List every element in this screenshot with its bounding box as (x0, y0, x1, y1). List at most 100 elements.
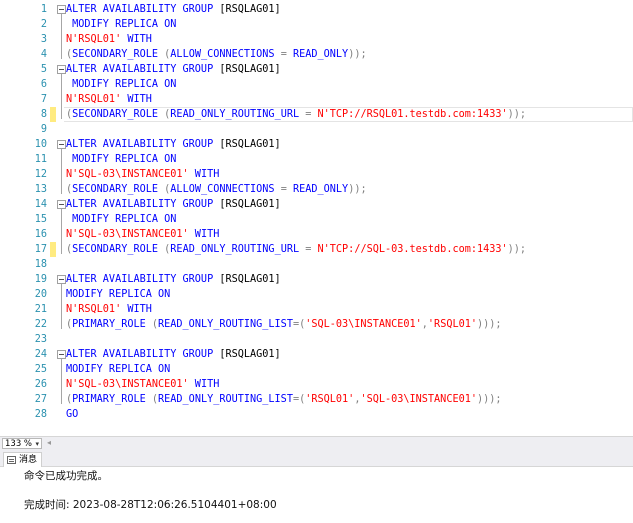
code-line[interactable]: 16 N'SQL-03\INSTANCE01' WITH (0, 227, 633, 242)
code-token: =( (292, 319, 306, 330)
code-token: WITH (121, 304, 152, 315)
fold-guide (61, 209, 62, 254)
code-text: ALTER AVAILABILITY GROUP [RSQLAG01] (66, 347, 281, 362)
code-token: = (305, 244, 318, 255)
code-text: ALTER AVAILABILITY GROUP [RSQLAG01] (66, 197, 281, 212)
code-text: (SECONDARY_ROLE (READ_ONLY_ROUTING_URL =… (66, 242, 526, 257)
code-line[interactable]: 11 MODIFY REPLICA ON (0, 152, 633, 167)
results-pane: 消息 命令已成功完成。 完成时间: 2023-08-28T12:06:26.51… (0, 451, 633, 523)
code-token: WITH (121, 94, 152, 105)
line-number: 1 (40, 4, 47, 15)
code-text: N'RSQL01' WITH (66, 32, 152, 47)
code-line[interactable]: 23 (0, 332, 633, 347)
code-text: (PRIMARY_ROLE (READ_ONLY_ROUTING_LIST=('… (66, 392, 502, 407)
code-text: MODIFY REPLICA ON (66, 152, 176, 167)
code-token: )); (507, 109, 527, 120)
code-line[interactable]: 7 N'RSQL01' WITH (0, 92, 633, 107)
code-line[interactable]: 1 ALTER AVAILABILITY GROUP [RSQLAG01] (0, 2, 633, 17)
code-token: ALTER AVAILABILITY GROUP (66, 274, 220, 285)
code-token: WITH (188, 379, 220, 390)
code-text: GO (66, 407, 78, 422)
code-line[interactable]: 21 N'RSQL01' WITH (0, 302, 633, 317)
line-number: 21 (34, 304, 47, 315)
code-token: N'TCP://SQL-03.testdb.com:1433' (317, 244, 508, 255)
code-line[interactable]: 14 ALTER AVAILABILITY GROUP [RSQLAG01] (0, 197, 633, 212)
tab-messages[interactable]: 消息 (3, 452, 43, 467)
line-number: 14 (34, 199, 47, 210)
code-line[interactable]: 8 (SECONDARY_ROLE (READ_ONLY_ROUTING_URL … (0, 107, 633, 122)
line-number: 5 (40, 64, 47, 75)
line-number: 25 (34, 364, 47, 375)
code-token: N'SQL-03\INSTANCE01' (66, 229, 189, 240)
code-token: [RSQLAG01] (219, 349, 281, 360)
zoom-select[interactable]: 133 % ▾ (2, 438, 42, 449)
collapse-icon[interactable] (57, 5, 66, 14)
code-token: MODIFY REPLICA ON (66, 154, 177, 165)
code-line[interactable]: 27 (PRIMARY_ROLE (READ_ONLY_ROUTING_LIST=… (0, 392, 633, 407)
code-line[interactable]: 24 ALTER AVAILABILITY GROUP [RSQLAG01] (0, 347, 633, 362)
line-number: 18 (34, 259, 47, 270)
code-token: [RSQLAG01] (219, 4, 281, 15)
code-token: 'SQL-03\INSTANCE01' (360, 394, 477, 405)
code-line[interactable]: 4 (SECONDARY_ROLE (ALLOW_CONNECTIONS = RE… (0, 47, 633, 62)
code-text: MODIFY REPLICA ON (66, 362, 170, 377)
code-line[interactable]: 22 (PRIMARY_ROLE (READ_ONLY_ROUTING_LIST=… (0, 317, 633, 332)
code-token: = (280, 184, 293, 195)
code-line[interactable]: 9 (0, 122, 633, 137)
code-line[interactable]: 5 ALTER AVAILABILITY GROUP [RSQLAG01] (0, 62, 633, 77)
code-token: READ_ONLY_ROUTING_URL (170, 244, 306, 255)
fold-guide (61, 74, 62, 119)
line-number: 24 (34, 349, 47, 360)
line-number: 12 (34, 169, 47, 180)
code-token: READ_ONLY (292, 184, 349, 195)
collapse-icon[interactable] (57, 350, 66, 359)
collapse-icon[interactable] (57, 275, 66, 284)
code-token: ALLOW_CONNECTIONS (170, 184, 281, 195)
code-line[interactable]: 6 MODIFY REPLICA ON (0, 77, 633, 92)
change-marker (50, 107, 56, 122)
line-number: 13 (34, 184, 47, 195)
code-line[interactable]: 28 GO (0, 407, 633, 422)
code-token: SECONDARY_ROLE (72, 49, 165, 60)
code-line[interactable]: 3 N'RSQL01' WITH (0, 32, 633, 47)
code-token: READ_ONLY_ROUTING_LIST (158, 394, 293, 405)
code-token: MODIFY REPLICA ON (66, 289, 171, 300)
code-token: ALTER AVAILABILITY GROUP (66, 199, 220, 210)
line-number: 6 (40, 79, 47, 90)
line-number: 15 (34, 214, 47, 225)
code-line[interactable]: 10 ALTER AVAILABILITY GROUP [RSQLAG01] (0, 137, 633, 152)
code-text: N'SQL-03\INSTANCE01' WITH (66, 167, 219, 182)
collapse-icon[interactable] (57, 65, 66, 74)
code-token: ))); (477, 319, 502, 330)
messages-icon (7, 456, 16, 464)
code-token: READ_ONLY_ROUTING_URL (170, 109, 306, 120)
code-token: [RSQLAG01] (219, 274, 281, 285)
change-marker (50, 242, 56, 257)
code-token: ALTER AVAILABILITY GROUP (66, 349, 220, 360)
code-text: ALTER AVAILABILITY GROUP [RSQLAG01] (66, 137, 281, 152)
zoom-value: 133 % (5, 439, 33, 449)
code-token: ALTER AVAILABILITY GROUP (66, 64, 220, 75)
code-token: GO (66, 409, 79, 420)
collapse-icon[interactable] (57, 140, 66, 149)
code-token: 'RSQL01' (305, 394, 355, 405)
code-line[interactable]: 18 (0, 257, 633, 272)
code-line[interactable]: 26 N'SQL-03\INSTANCE01' WITH (0, 377, 633, 392)
code-line[interactable]: 13 (SECONDARY_ROLE (ALLOW_CONNECTIONS = R… (0, 182, 633, 197)
code-line[interactable]: 20 MODIFY REPLICA ON (0, 287, 633, 302)
scroll-left-icon[interactable]: ◂ (47, 438, 51, 447)
code-line[interactable]: 12 N'SQL-03\INSTANCE01' WITH (0, 167, 633, 182)
query-editor[interactable]: 1 ALTER AVAILABILITY GROUP [RSQLAG01] 2 MO… (0, 0, 633, 436)
code-text: MODIFY REPLICA ON (66, 212, 176, 227)
code-token: PRIMARY_ROLE (72, 394, 152, 405)
code-token: MODIFY REPLICA ON (66, 364, 171, 375)
code-line[interactable]: 25 MODIFY REPLICA ON (0, 362, 633, 377)
code-token: ALLOW_CONNECTIONS (170, 49, 281, 60)
code-line[interactable]: 2 MODIFY REPLICA ON (0, 17, 633, 32)
code-line[interactable]: 19 ALTER AVAILABILITY GROUP [RSQLAG01] (0, 272, 633, 287)
collapse-icon[interactable] (57, 200, 66, 209)
code-line[interactable]: 15 MODIFY REPLICA ON (0, 212, 633, 227)
code-line[interactable]: 17 (SECONDARY_ROLE (READ_ONLY_ROUTING_URL… (0, 242, 633, 257)
line-number: 9 (40, 124, 47, 135)
code-token: N'SQL-03\INSTANCE01' (66, 379, 189, 390)
